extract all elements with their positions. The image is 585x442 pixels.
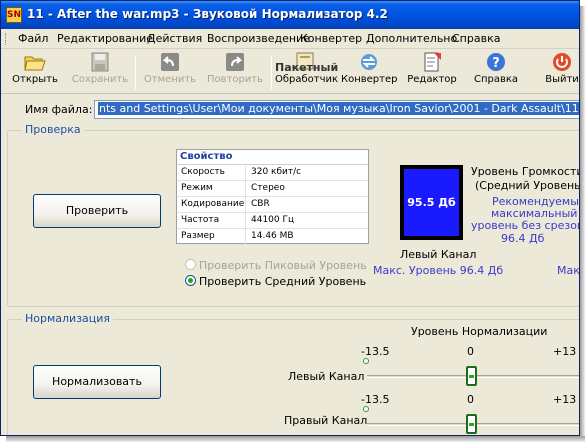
recommended-value: 96.4 Дб (501, 232, 545, 245)
max-level-text: Макс. Уровень 96.4 Дб (373, 264, 504, 277)
meter-channel-label: Левый Канал (400, 248, 477, 261)
main-panel: Имя файла: nts and Settings\User\Мои док… (1, 95, 580, 435)
file-name-value: nts and Settings\User\Мои документы\Моя … (98, 102, 579, 115)
properties-table: Свойство Скорость 320 кбит/с Режим Стерео … (176, 149, 369, 245)
recommended-text-3: уровень без срезов (471, 219, 580, 232)
right-scale-max: +13 (553, 393, 577, 406)
toolbar-separator (135, 56, 136, 90)
normalize-group-title: Нормализация (22, 312, 114, 325)
floppy-icon (89, 52, 111, 72)
table-row: Кодирование CBR (177, 197, 368, 213)
folder-icon (24, 52, 46, 72)
table-row: Размер 14.46 MB (177, 229, 368, 245)
normalize-level-title: Уровень Нормализации (411, 325, 548, 338)
table-row: Режим Стерео (177, 181, 368, 197)
redo-icon (224, 52, 246, 72)
table-row: Частота 44100 Гц (177, 213, 368, 229)
undo-button[interactable]: Отменить (142, 52, 198, 92)
window-shadow-bottom (6, 436, 585, 442)
file-name-label: Имя файла: (25, 103, 93, 116)
right-scale-mid: 0 (467, 393, 474, 406)
left-channel-label: Левый Канал (288, 370, 365, 383)
help-icon: ? (485, 52, 507, 72)
app-icon[interactable]: SN (6, 7, 22, 23)
right-channel-label: Правый Канал (284, 414, 368, 427)
level-meter: 95.5 Дб (400, 165, 463, 240)
left-scale-max: +13 (553, 345, 577, 358)
radio-average-level[interactable]: Проверить Средний Уровень (185, 275, 366, 288)
normalize-button[interactable]: Нормализовать (33, 365, 161, 399)
batch-button[interactable]: Пакетный Обработчик (275, 52, 338, 92)
left-slider-min-marker (363, 358, 369, 364)
help-button[interactable]: ? Справка (471, 52, 521, 92)
properties-header: Свойство (177, 150, 368, 165)
table-row: Скорость 320 кбит/с (177, 165, 368, 181)
exit-button[interactable]: Выйти (537, 52, 579, 92)
menu-bar: Файл Редактирование Действия Воспроизвед… (1, 29, 579, 49)
menu-playback[interactable]: Воспроизведение (207, 32, 310, 45)
radio-average-dot (185, 275, 196, 286)
check-button[interactable]: Проверить (33, 194, 161, 228)
radio-peak-level[interactable]: Проверить Пиковый Уровень (185, 259, 367, 272)
left-channel-slider-thumb[interactable] (465, 366, 477, 386)
menu-extra[interactable]: Дополнительно (366, 32, 457, 45)
right-scale-min: -13.5 (361, 393, 390, 406)
check-group-title: Проверка (22, 123, 84, 136)
menu-converter[interactable]: Конвертер (300, 32, 362, 45)
menu-actions[interactable]: Действия (147, 32, 202, 45)
exit-icon (551, 52, 573, 72)
level-meter-value: 95.5 Дб (404, 169, 459, 236)
undo-icon (159, 52, 181, 72)
open-button[interactable]: Открыть (11, 52, 59, 92)
max-level-text-right: Мак (557, 264, 580, 277)
menu-file[interactable]: Файл (18, 32, 48, 45)
radio-peak-dot (185, 259, 196, 270)
volume-level-subtitle: (Средний Уровень) (475, 179, 580, 192)
left-scale-mid: 0 (467, 345, 474, 358)
svg-text:?: ? (492, 56, 500, 71)
right-slider-min-marker (363, 406, 369, 412)
app-window: SN 11 - After the war.mp3 - Звуковой Нор… (0, 0, 580, 436)
right-channel-slider-thumb[interactable] (465, 414, 477, 434)
window-shadow-right (580, 6, 585, 442)
toolbar: Открыть Сохранить Отменить Повторить Пак… (1, 50, 579, 94)
editor-icon (421, 52, 443, 72)
redo-button[interactable]: Повторить (205, 52, 265, 92)
volume-level-title: Уровень Громкости (471, 165, 580, 178)
toolbar-separator (271, 56, 272, 90)
convert-icon (358, 52, 380, 72)
left-scale-min: -13.5 (361, 345, 390, 358)
editor-button[interactable]: Редактор (406, 52, 458, 92)
save-button[interactable]: Сохранить (71, 52, 129, 92)
menu-edit[interactable]: Редактирование (57, 32, 153, 45)
menu-grip[interactable] (5, 33, 8, 45)
menu-help[interactable]: Справка (452, 32, 500, 45)
file-name-field[interactable]: nts and Settings\User\Мои документы\Моя … (94, 100, 579, 119)
window-title: 11 - After the war.mp3 - Звуковой Нормал… (27, 7, 388, 21)
converter-button[interactable]: Конвертер (341, 52, 397, 92)
title-bar[interactable]: SN 11 - After the war.mp3 - Звуковой Нор… (1, 1, 579, 29)
